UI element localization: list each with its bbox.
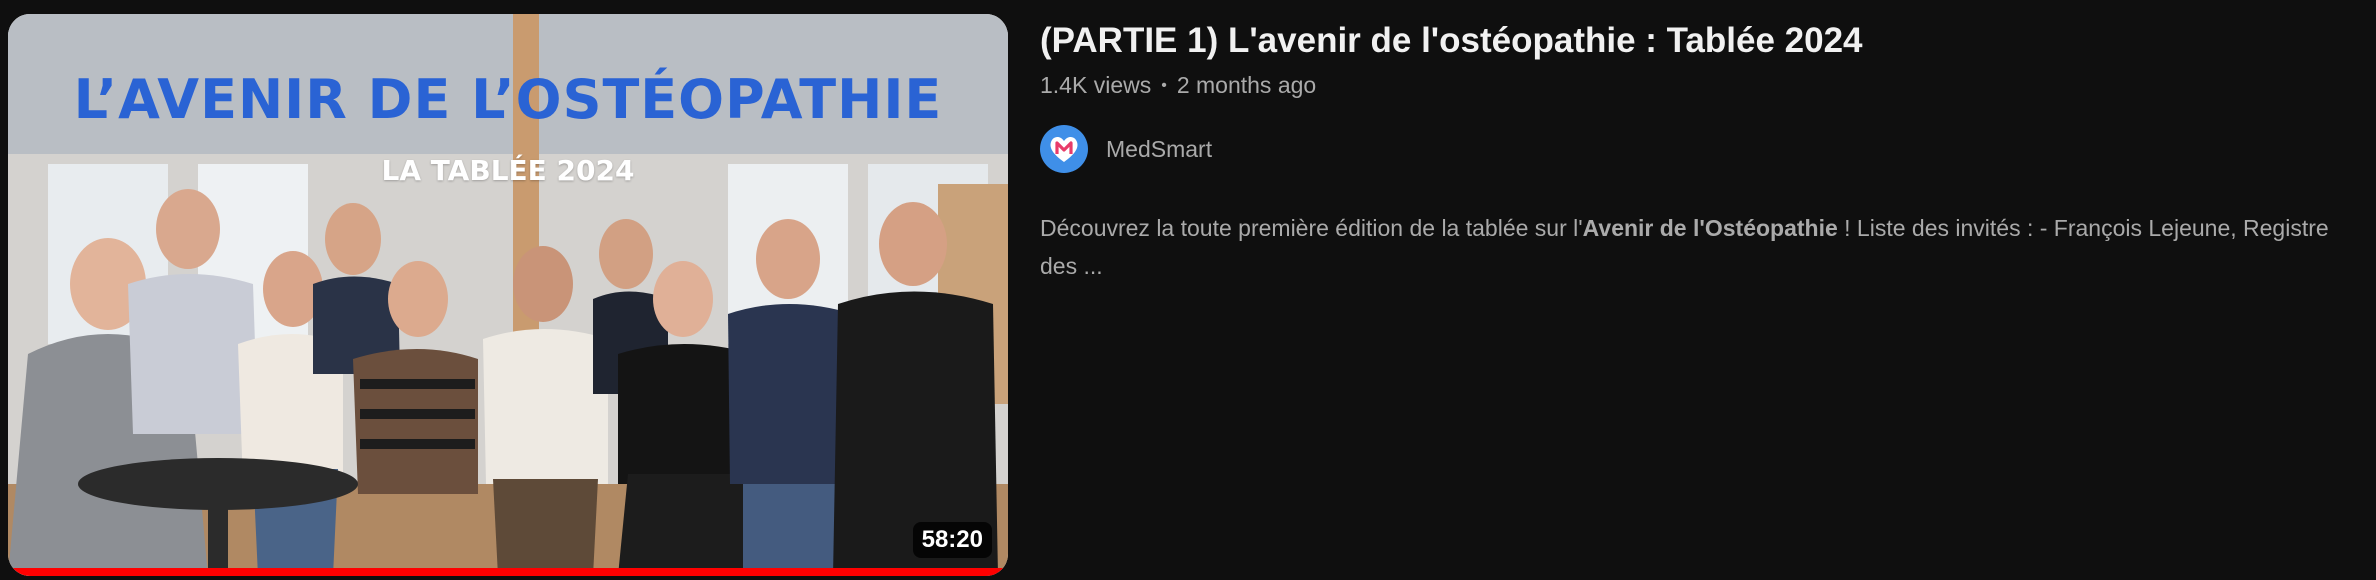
thumbnail-overlay-title: L’AVENIR DE L’OSTÉOPATHIE <box>73 68 943 131</box>
video-stats: 1.4K views • 2 months ago <box>1040 72 2340 99</box>
video-result-row[interactable]: L’AVENIR DE L’OSTÉOPATHIE LA TABLÉE 2024… <box>0 0 2376 580</box>
video-title[interactable]: (PARTIE 1) L'avenir de l'ostéopathie : T… <box>1040 16 2340 66</box>
separator-dot: • <box>1161 76 1167 94</box>
published-date: 2 months ago <box>1176 72 1317 98</box>
heart-m-logo-icon <box>1050 136 1078 162</box>
view-count: 1.4K views <box>1040 72 1152 98</box>
channel-link[interactable]: MedSmart <box>1040 125 2340 173</box>
duration-badge: 58:20 <box>912 522 992 558</box>
video-meta: (PARTIE 1) L'avenir de l'ostéopathie : T… <box>1040 16 2340 285</box>
video-description-snippet: Découvrez la toute première édition de l… <box>1040 209 2340 285</box>
description-text: Découvrez la toute première édition de l… <box>1040 215 1583 241</box>
channel-name[interactable]: MedSmart <box>1106 136 1212 163</box>
description-highlight: Avenir de l'Ostéopathie <box>1582 215 1838 241</box>
watch-progress-bar <box>8 568 1008 576</box>
channel-avatar[interactable] <box>1040 125 1088 173</box>
thumbnail-overlay-subtitle: LA TABLÉE 2024 <box>381 154 635 187</box>
video-thumbnail[interactable]: L’AVENIR DE L’OSTÉOPATHIE LA TABLÉE 2024… <box>8 14 1008 576</box>
watch-progress-fill <box>8 568 1008 576</box>
